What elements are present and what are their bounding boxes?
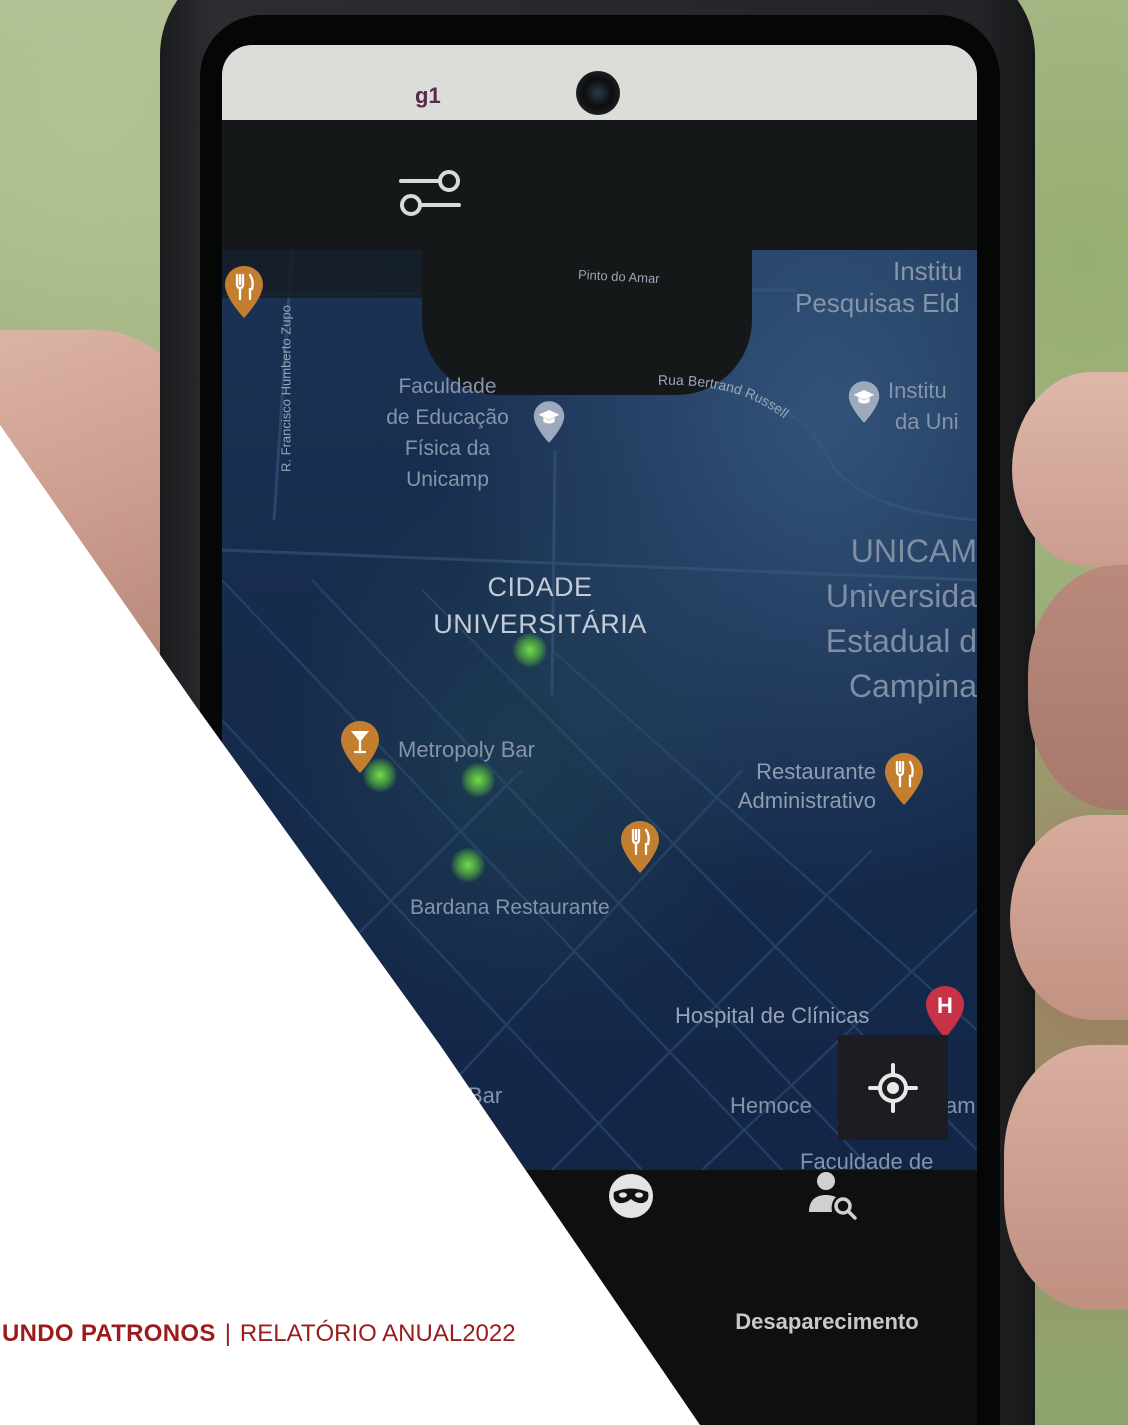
place-label: Pesquisas Eld bbox=[795, 288, 960, 318]
label-line: Campina bbox=[848, 668, 977, 704]
report-page: g1 Pinto do Amar R. Francisco Humberto Z… bbox=[0, 0, 1128, 1425]
label-line: CIDADE bbox=[487, 572, 593, 602]
person-search-icon bbox=[809, 1172, 857, 1220]
footer-report-title: RELATÓRIO ANUAL2022 bbox=[239, 1320, 516, 1347]
mask-icon bbox=[609, 1174, 653, 1218]
fork-knife-pin-icon[interactable] bbox=[884, 752, 924, 806]
graduation-cap-pin-icon[interactable] bbox=[533, 400, 565, 444]
report-footer: UNDO PATRONOS | RELATÓRIO ANUAL2022 bbox=[2, 1320, 516, 1348]
label-line: Faculdade bbox=[398, 375, 497, 398]
label-line: Unicamp bbox=[406, 468, 489, 491]
cocktail-pin-icon[interactable] bbox=[340, 720, 380, 774]
footer-separator: | bbox=[224, 1320, 231, 1347]
label-line: Estadual d bbox=[825, 623, 977, 659]
place-label: Bar bbox=[468, 1083, 503, 1108]
bottom-navigation bbox=[222, 1170, 977, 1425]
street-label: Rua Bertrand Russell bbox=[658, 372, 792, 421]
place-label: Metropoly Bar bbox=[398, 737, 535, 762]
label-line: Restaurante bbox=[756, 759, 876, 784]
district-label: CIDADE UNIVERSITÁRIA bbox=[410, 569, 670, 643]
place-label: da Uni bbox=[895, 409, 959, 434]
place-label: Bardana Restaurante bbox=[410, 896, 610, 919]
label-line: Física da bbox=[404, 437, 491, 460]
footer-organization: UNDO PATRONOS bbox=[2, 1320, 216, 1347]
fork-knife-pin-icon[interactable] bbox=[620, 820, 660, 874]
activity-dot[interactable] bbox=[461, 763, 495, 797]
nav-item-desaparecimento[interactable] bbox=[805, 1168, 859, 1222]
label-line: Universida bbox=[825, 578, 977, 614]
campus-label: UNICAM Universida Estadual d Campina bbox=[747, 529, 977, 709]
locate-me-button[interactable] bbox=[838, 1035, 948, 1140]
hospital-pin-icon[interactable]: H bbox=[925, 985, 965, 1039]
nav-item-mask[interactable] bbox=[607, 1172, 655, 1220]
activity-dot[interactable] bbox=[451, 848, 485, 882]
fork-knife-pin-icon[interactable] bbox=[224, 265, 264, 319]
place-label: Hemoce bbox=[730, 1093, 812, 1118]
crosshair-icon bbox=[868, 1062, 918, 1113]
graduation-cap-pin-icon[interactable] bbox=[848, 380, 880, 424]
place-label-restaurante: Restaurante Administrativo bbox=[690, 757, 876, 815]
place-label: am bbox=[945, 1093, 976, 1118]
right-hand-finger bbox=[1028, 565, 1128, 810]
hospital-pin-letter: H bbox=[937, 993, 953, 1018]
svg-text:Rua Bertrand Russell: Rua Bertrand Russell bbox=[658, 372, 792, 421]
activity-dot[interactable] bbox=[513, 633, 547, 667]
label-line: UNICAM bbox=[850, 533, 977, 569]
place-label: Institu bbox=[893, 256, 963, 286]
place-label-faculdade: Faculdade de Educação Física da Unicamp bbox=[360, 371, 535, 495]
nav-item-label[interactable]: Desaparecimento bbox=[692, 1309, 962, 1335]
place-label: Hospital de Clínicas bbox=[675, 1003, 870, 1028]
place-label: Institu bbox=[888, 378, 947, 403]
label-line: Administrativo bbox=[737, 788, 876, 813]
phone-screen: g1 Pinto do Amar R. Francisco Humberto Z… bbox=[222, 45, 977, 1425]
label-line: de Educação bbox=[386, 406, 509, 429]
